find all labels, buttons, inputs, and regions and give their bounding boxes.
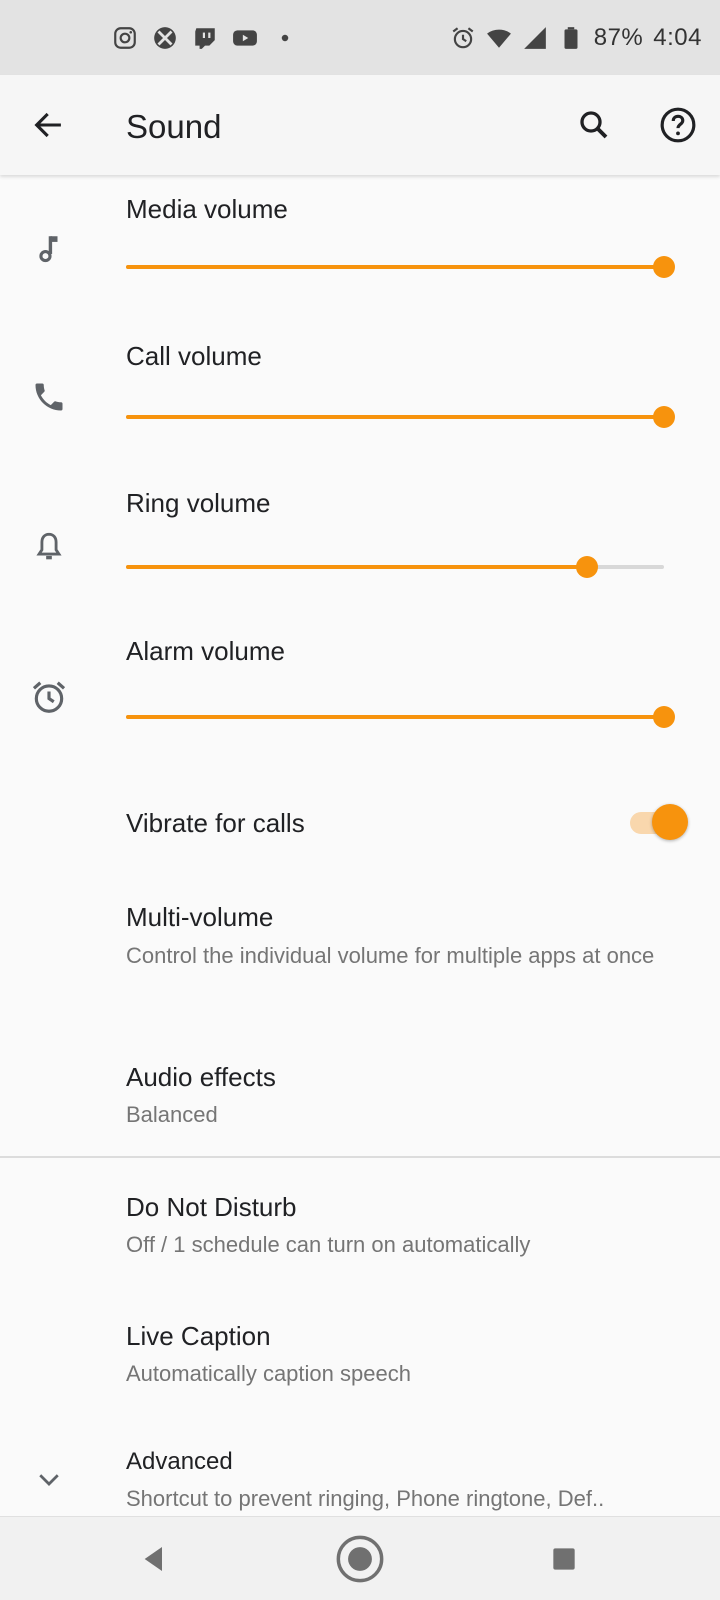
call-volume-label: Call volume bbox=[126, 341, 262, 371]
wifi-icon bbox=[486, 25, 512, 51]
app-bar: Sound bbox=[0, 75, 720, 175]
do-not-disturb-title[interactable]: Do Not Disturb bbox=[126, 1192, 297, 1223]
arrow-back-icon bbox=[34, 112, 61, 138]
alarm-volume-label: Alarm volume bbox=[126, 636, 285, 666]
page-title: Sound bbox=[126, 108, 222, 145]
advanced-title[interactable]: Advanced bbox=[126, 1448, 233, 1476]
status-bar: 87% 4:04 bbox=[0, 0, 720, 75]
xbox-icon bbox=[152, 25, 178, 51]
live-caption-summary: Automatically caption speech bbox=[126, 1361, 411, 1386]
section-divider bbox=[0, 1156, 720, 1158]
back-button[interactable] bbox=[24, 101, 72, 149]
call-volume-slider[interactable] bbox=[126, 402, 675, 432]
nav-home-icon bbox=[336, 1535, 384, 1583]
ring-volume-label: Ring volume bbox=[126, 488, 271, 518]
search-icon bbox=[580, 111, 608, 139]
alarm-clock-icon bbox=[28, 676, 70, 718]
bell-icon bbox=[28, 526, 70, 568]
do-not-disturb-summary: Off / 1 schedule can turn on automatical… bbox=[126, 1232, 531, 1257]
nav-back-icon bbox=[144, 1547, 162, 1571]
phone-icon bbox=[28, 376, 70, 418]
audio-effects-summary: Balanced bbox=[126, 1102, 218, 1127]
alarm-volume-slider[interactable] bbox=[126, 702, 675, 732]
dot-icon bbox=[272, 25, 298, 51]
media-volume-slider[interactable] bbox=[126, 252, 675, 282]
battery-percent: 87% bbox=[593, 23, 644, 51]
toggle-thumb[interactable] bbox=[652, 804, 688, 840]
vibrate-for-calls-toggle[interactable] bbox=[628, 802, 688, 842]
slider-thumb[interactable] bbox=[576, 556, 599, 578]
instagram-icon bbox=[112, 25, 138, 51]
media-volume-label: Media volume bbox=[126, 194, 288, 224]
chevron-down-icon[interactable] bbox=[28, 1458, 70, 1500]
slider-thumb[interactable] bbox=[653, 406, 675, 428]
twitch-icon bbox=[192, 25, 218, 51]
help-button[interactable] bbox=[654, 101, 702, 149]
audio-effects-title[interactable]: Audio effects bbox=[126, 1062, 276, 1093]
ring-volume-slider[interactable] bbox=[126, 552, 664, 582]
system-icons: 87% 4:04 bbox=[450, 24, 702, 52]
alarm-icon bbox=[450, 25, 476, 51]
nav-recents-button[interactable] bbox=[536, 1531, 592, 1587]
search-button[interactable] bbox=[570, 101, 618, 149]
multi-volume-summary: Control the individual volume for multip… bbox=[126, 943, 655, 968]
navigation-bar bbox=[0, 1516, 720, 1600]
music-note-icon bbox=[28, 228, 70, 270]
clock: 4:04 bbox=[653, 23, 702, 51]
signal-icon bbox=[522, 25, 548, 51]
advanced-summary: Shortcut to prevent ringing, Phone ringt… bbox=[126, 1486, 605, 1511]
youtube-icon bbox=[232, 25, 258, 51]
help-icon bbox=[660, 107, 696, 143]
slider-thumb[interactable] bbox=[653, 256, 675, 278]
vibrate-for-calls-label: Vibrate for calls bbox=[126, 808, 305, 838]
slider-thumb[interactable] bbox=[653, 706, 675, 728]
nav-recents-icon bbox=[553, 1548, 575, 1570]
notification-icons bbox=[112, 25, 298, 51]
nav-home-button[interactable] bbox=[332, 1531, 388, 1587]
battery-icon bbox=[558, 25, 584, 51]
live-caption-title[interactable]: Live Caption bbox=[126, 1321, 271, 1352]
multi-volume-title[interactable]: Multi-volume bbox=[126, 902, 273, 933]
nav-back-button[interactable] bbox=[126, 1531, 182, 1587]
